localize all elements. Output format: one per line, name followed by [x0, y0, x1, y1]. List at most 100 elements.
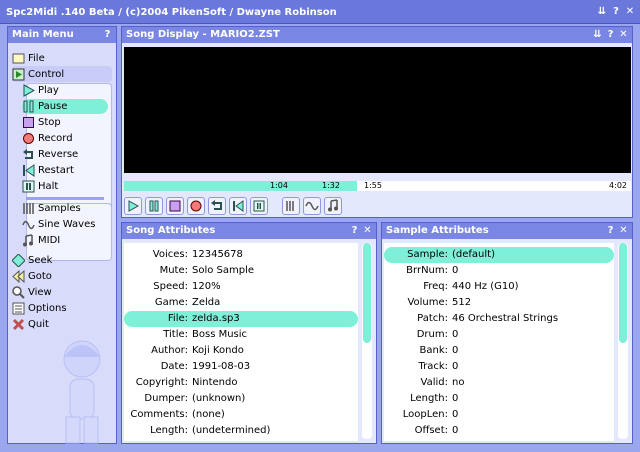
- seek-icon: [11, 253, 26, 268]
- collapse-icon[interactable]: ⇊: [596, 6, 608, 18]
- attribute-key: Mute:: [159, 265, 188, 276]
- menu-item-file[interactable]: File: [12, 51, 45, 66]
- control-item-restart[interactable]: Restart: [22, 163, 74, 178]
- attribute-row[interactable]: File: zelda.sp3: [124, 311, 358, 327]
- attribute-row[interactable]: Title: Boss Music: [124, 327, 358, 343]
- attribute-value: 1991-08-03: [192, 361, 251, 372]
- attribute-key: Bank:: [419, 345, 449, 356]
- menu-item-label: Goto: [28, 271, 52, 282]
- attribute-row[interactable]: Copyright: Nintendo: [124, 375, 358, 391]
- stop-button[interactable]: [166, 197, 184, 215]
- menu-item-label: Record: [38, 133, 73, 144]
- menu-item-view[interactable]: View: [12, 285, 52, 300]
- menu-item-goto[interactable]: Goto: [12, 269, 52, 284]
- menu-item-control[interactable]: Control: [12, 67, 64, 82]
- attribute-row[interactable]: Date: 1991-08-03: [124, 359, 358, 375]
- menu-item-seek[interactable]: Seek: [11, 253, 53, 268]
- control-item-reverse[interactable]: Reverse: [22, 147, 78, 162]
- menu-item-label: Seek: [28, 255, 53, 266]
- attribute-row[interactable]: Track: 0: [384, 359, 614, 375]
- pause-button[interactable]: [145, 197, 163, 215]
- attribute-value: Boss Music: [192, 329, 248, 340]
- help-icon[interactable]: ?: [349, 225, 360, 236]
- attribute-row[interactable]: Mute: Solo Sample: [124, 263, 358, 279]
- attribute-key: BrrNum:: [406, 265, 448, 276]
- attribute-row[interactable]: Sample: (default): [384, 247, 614, 263]
- halt-button[interactable]: [250, 197, 268, 215]
- help-icon[interactable]: ?: [605, 225, 616, 236]
- attribute-value: Koji Kondo: [192, 345, 244, 356]
- help-icon[interactable]: ?: [610, 6, 622, 18]
- collapse-icon[interactable]: ⇊: [592, 29, 603, 40]
- attribute-row[interactable]: Game: Zelda: [124, 295, 358, 311]
- attribute-row[interactable]: Volume: 512: [384, 295, 614, 311]
- attribute-value: 512: [452, 297, 472, 308]
- attribute-value: Solo Sample: [192, 265, 255, 276]
- attribute-row[interactable]: Freq: 440 Hz (G10): [384, 279, 614, 295]
- play-button[interactable]: [124, 197, 142, 215]
- attribute-row[interactable]: Author: Koji Kondo: [124, 343, 358, 359]
- synth-item-sine-waves[interactable]: Sine Waves: [22, 217, 95, 232]
- menu-item-label: Control: [28, 69, 65, 80]
- control-item-record[interactable]: Record: [22, 131, 73, 146]
- control-item-halt[interactable]: Halt: [22, 179, 58, 194]
- menu-item-quit[interactable]: Quit: [12, 317, 49, 332]
- attribute-value: 0: [452, 265, 459, 276]
- attribute-value: (unknown): [192, 393, 246, 404]
- sine-wave-icon: [22, 218, 35, 231]
- seek-bar[interactable]: 1:04 1:32 1:55 4:02: [124, 181, 631, 191]
- vertical-scrollbar[interactable]: [618, 243, 628, 439]
- song-display-panel: Song Display - MARIO2.ZST ⇊ ? ✕ 1:04 1:3…: [121, 26, 633, 218]
- play-box-icon: [12, 68, 25, 81]
- scrollbar-thumb[interactable]: [363, 243, 371, 343]
- attribute-key: Game:: [154, 297, 188, 308]
- attribute-key: Length:: [410, 393, 448, 404]
- attribute-value: 46 Orchestral Strings: [452, 313, 559, 324]
- vertical-scrollbar[interactable]: [362, 243, 372, 439]
- control-item-pause[interactable]: Pause: [22, 99, 108, 114]
- attribute-value: 0: [452, 409, 459, 420]
- restart-button[interactable]: [229, 197, 247, 215]
- close-icon[interactable]: ✕: [362, 225, 373, 236]
- attribute-key: Comments:: [130, 409, 188, 420]
- menu-item-options[interactable]: Options: [12, 301, 67, 316]
- control-item-play[interactable]: Play: [22, 83, 59, 98]
- attribute-row[interactable]: Dumper: (unknown): [124, 391, 358, 407]
- attribute-row[interactable]: Valid: no: [384, 375, 614, 391]
- synth-item-samples[interactable]: Samples: [22, 201, 81, 216]
- music-note-icon: [22, 234, 35, 247]
- close-icon[interactable]: ✕: [624, 6, 636, 18]
- attribute-row[interactable]: Speed: 120%: [124, 279, 358, 295]
- attribute-value: (none): [192, 409, 225, 420]
- help-icon[interactable]: ?: [102, 29, 113, 40]
- attribute-row[interactable]: BrrNum: 0: [384, 263, 614, 279]
- control-item-stop[interactable]: Stop: [22, 115, 61, 130]
- midi-button[interactable]: [324, 197, 342, 215]
- attribute-row[interactable]: Bank: 0: [384, 343, 614, 359]
- attribute-row[interactable]: LoopLen: 0: [384, 407, 614, 423]
- reverse-button[interactable]: [208, 197, 226, 215]
- mascot-illustration: [63, 340, 101, 444]
- attribute-row[interactable]: Comments: (none): [124, 407, 358, 423]
- attribute-key: Voices:: [152, 249, 188, 260]
- close-icon[interactable]: ✕: [618, 225, 629, 236]
- attribute-row[interactable]: Length: (undetermined): [124, 423, 358, 439]
- close-icon[interactable]: ✕: [618, 29, 629, 40]
- menu-item-label: View: [28, 287, 52, 298]
- attribute-row[interactable]: Drum: 0: [384, 327, 614, 343]
- sine-waves-button[interactable]: [303, 197, 321, 215]
- attribute-row[interactable]: Voices: 12345678: [124, 247, 358, 263]
- attribute-value: Zelda: [192, 297, 221, 308]
- menu-item-label: Reverse: [38, 149, 79, 160]
- synth-item-midi[interactable]: MIDI: [22, 233, 60, 248]
- attribute-row[interactable]: Offset: 0: [384, 423, 614, 439]
- record-button[interactable]: [187, 197, 205, 215]
- samples-button[interactable]: [282, 197, 300, 215]
- halt-icon: [22, 180, 35, 193]
- attribute-key: Sample:: [407, 249, 448, 260]
- scrollbar-thumb[interactable]: [619, 243, 627, 343]
- attribute-key: Author:: [151, 345, 188, 356]
- attribute-row[interactable]: Length: 0: [384, 391, 614, 407]
- attribute-row[interactable]: Patch: 46 Orchestral Strings: [384, 311, 614, 327]
- help-icon[interactable]: ?: [605, 29, 616, 40]
